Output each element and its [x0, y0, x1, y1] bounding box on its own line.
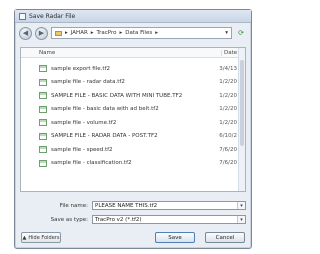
hide-folders-button[interactable]: ▲ Hide Folders [21, 232, 61, 243]
hide-folders-label: Hide Folders [28, 234, 60, 241]
forward-button[interactable]: ▶ [35, 26, 48, 40]
breadcrumb-separator: ▸ [65, 30, 68, 36]
chevron-up-icon: ▲ [22, 234, 27, 241]
list-item[interactable]: SAMPLE FILE - RADAR DATA - POST.TF2 6/10… [21, 130, 237, 144]
save-type-row: Save as type: TracPro v2 (*.tf2) ▾ [20, 214, 246, 225]
file-icon [39, 132, 47, 140]
file-date: 6/10/2 [219, 133, 237, 140]
save-button[interactable]: Save [155, 232, 195, 243]
breadcrumb[interactable]: ▸ JAHAR ▸ TracPro ▸ Data Files ▸ ▾ [51, 27, 232, 39]
file-name: sample file - basic data with ad belt.tf… [51, 106, 159, 113]
breadcrumb-item-jahar[interactable]: JAHAR [71, 30, 88, 36]
chevron-down-icon[interactable]: ▾ [237, 216, 245, 223]
file-date: 1/2/20 [219, 106, 237, 113]
refresh-icon[interactable]: ⟳ [235, 29, 247, 37]
file-name: SAMPLE FILE - BASIC DATA WITH MINI TUBE.… [51, 92, 183, 99]
list-item[interactable]: sample file - speed.tf2 7/6/20 [21, 143, 237, 157]
breadcrumb-item-tracpro[interactable]: TracPro [97, 30, 117, 36]
list-header: Name Date [21, 48, 245, 58]
chevron-down-icon[interactable]: ▾ [237, 202, 245, 209]
filename-value: PLEASE NAME THIS.tf2 [95, 202, 158, 209]
file-date: 3/4/13 [219, 65, 237, 72]
save-radar-file-dialog: Save Radar File ◀ ▶ ▸ JAHAR ▸ TracPro ▸ … [14, 9, 252, 249]
file-icon [39, 78, 47, 86]
file-icon [39, 146, 47, 154]
file-name: sample file - radar data.tf2 [51, 79, 125, 86]
cancel-button[interactable]: Cancel [205, 232, 245, 243]
window-icon [19, 12, 26, 20]
vertical-scrollbar[interactable] [238, 48, 245, 191]
list-item[interactable]: sample file - basic data with ad belt.tf… [21, 103, 237, 117]
file-icon [39, 92, 47, 100]
file-list[interactable]: Name Date sample export file.tf2 3/4/13 … [20, 47, 246, 192]
folder-icon [55, 30, 62, 36]
navigation-bar: ◀ ▶ ▸ JAHAR ▸ TracPro ▸ Data Files ▸ ▾ ⟳ [15, 23, 251, 43]
column-header-name[interactable]: Name [21, 50, 221, 56]
file-date: 1/2/20 [219, 92, 237, 99]
file-date: 1/2/20 [219, 79, 237, 86]
file-name: sample file - classification.tf2 [51, 160, 132, 167]
filename-label: File name: [59, 202, 88, 209]
save-type-label: Save as type: [50, 216, 88, 223]
file-name: sample export file.tf2 [51, 65, 111, 72]
window-title: Save Radar File [29, 12, 76, 20]
scrollbar-thumb[interactable] [240, 60, 244, 146]
button-bar: ▲ Hide Folders Save Cancel [15, 232, 251, 246]
file-name: sample file - volume.tf2 [51, 119, 117, 126]
file-date: 7/6/20 [219, 160, 237, 167]
file-icon [39, 119, 47, 127]
back-button[interactable]: ◀ [19, 26, 32, 40]
save-type-value: TracPro v2 (*.tf2) [95, 216, 142, 223]
filename-field[interactable]: PLEASE NAME THIS.tf2 ▾ [92, 201, 246, 210]
file-name: SAMPLE FILE - RADAR DATA - POST.TF2 [51, 133, 158, 140]
file-date: 7/6/20 [219, 146, 237, 153]
file-rows: sample export file.tf2 3/4/13 sample fil… [21, 58, 245, 170]
file-date: 1/2/20 [219, 119, 237, 126]
list-item[interactable]: sample file - volume.tf2 1/2/20 [21, 116, 237, 130]
file-icon [39, 105, 47, 113]
file-name: sample file - speed.tf2 [51, 146, 113, 153]
title-bar: Save Radar File [15, 10, 251, 23]
chevron-down-icon[interactable]: ▾ [225, 30, 228, 36]
list-item[interactable]: SAMPLE FILE - BASIC DATA WITH MINI TUBE.… [21, 89, 237, 103]
breadcrumb-separator: ▸ [119, 30, 123, 36]
save-type-select[interactable]: TracPro v2 (*.tf2) ▾ [92, 215, 246, 224]
breadcrumb-item-data-files[interactable]: Data Files [125, 30, 152, 36]
list-item[interactable]: sample export file.tf2 3/4/13 [21, 62, 237, 76]
breadcrumb-separator: ▸ [155, 30, 158, 36]
filename-row: File name: PLEASE NAME THIS.tf2 ▾ [20, 200, 246, 211]
breadcrumb-separator: ▸ [90, 30, 94, 36]
list-item[interactable]: sample file - classification.tf2 7/6/20 [21, 157, 237, 171]
file-icon [39, 159, 47, 167]
list-item[interactable]: sample file - radar data.tf2 1/2/20 [21, 76, 237, 90]
file-icon [39, 65, 47, 73]
